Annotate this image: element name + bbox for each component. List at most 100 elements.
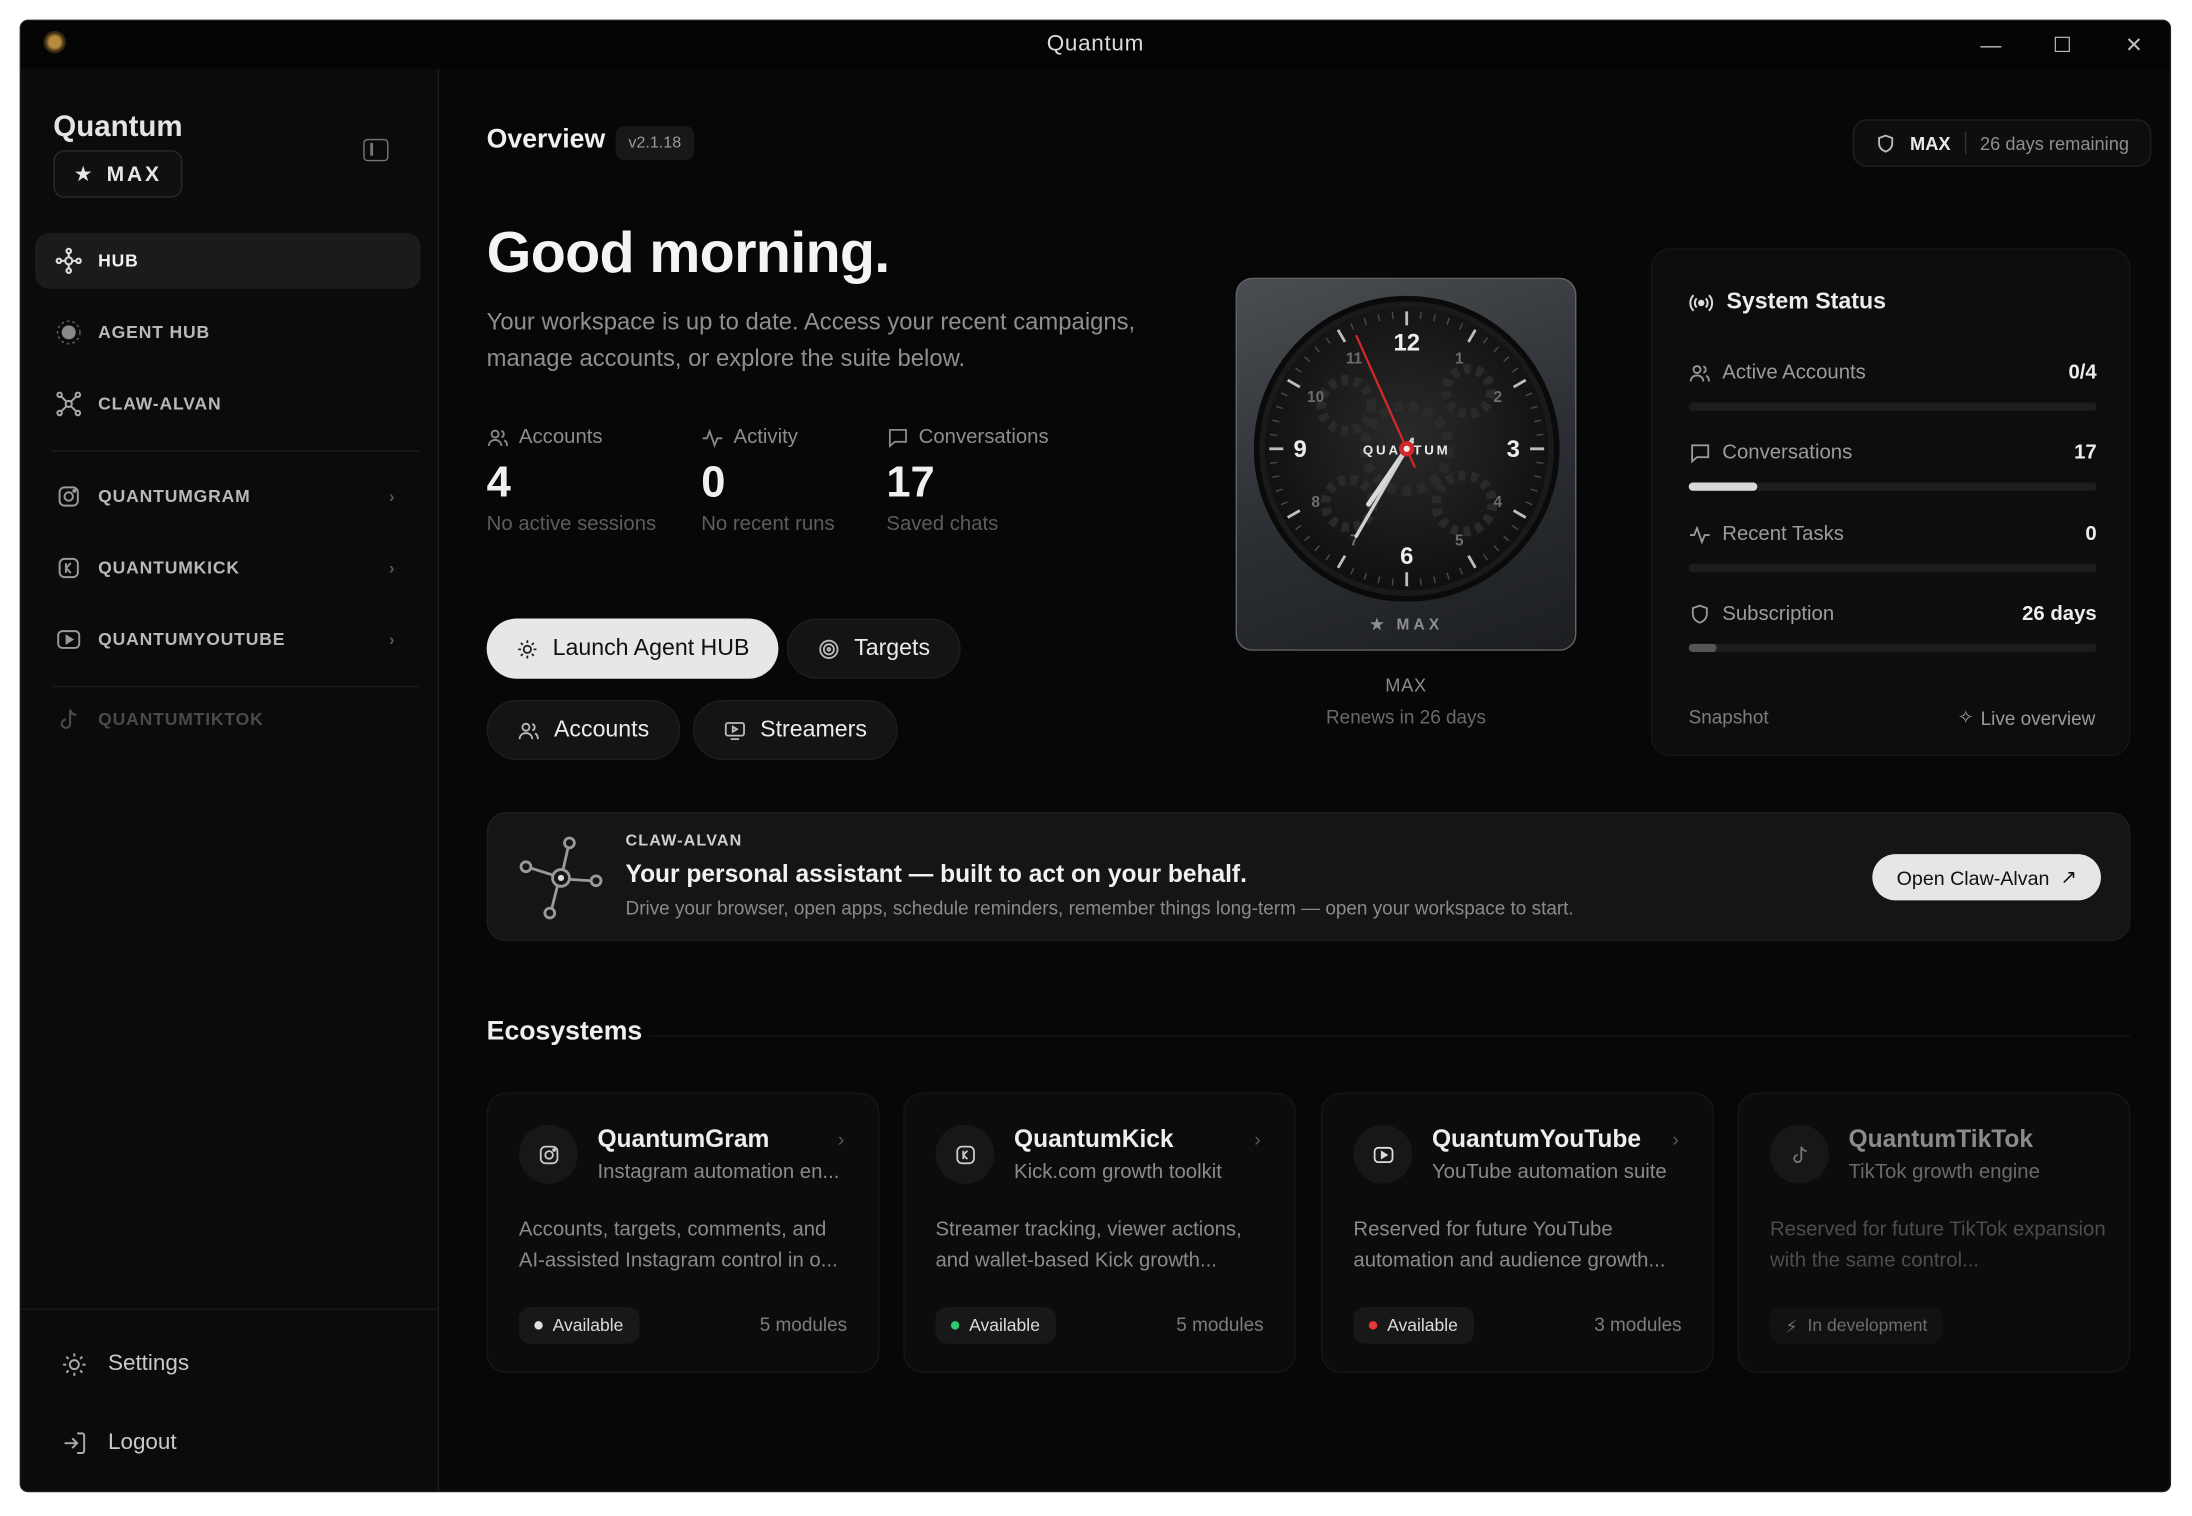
sidebar: Quantum ★ MAX HUB AGENT HUB CLAW-ALVAN Q… (21, 68, 439, 1491)
sidebar-item-label: QUANTUMYOUTUBE (98, 629, 286, 650)
main-content: Overview v2.1.18 MAX 26 days remaining G… (439, 69, 2170, 1491)
clock-badge: ★ MAX (1370, 617, 1443, 634)
clock-numeral: 5 (1455, 533, 1464, 550)
chat-icon (1691, 444, 1710, 464)
star-icon: ★ (73, 162, 96, 187)
chevron-right-icon: › (389, 558, 396, 578)
logout-label: Logout (107, 1430, 177, 1455)
clock-numeral: 10 (1307, 389, 1324, 406)
version-badge: v2.1.18 (615, 126, 694, 160)
ecosystem-card-quantumtiktok: QuantumTikTok TikTok growth engine Reser… (1737, 1092, 2131, 1374)
status-active-accounts: Active Accounts 0/4 (1688, 361, 2097, 411)
sidebar-item-label: AGENT HUB (98, 322, 210, 343)
youtube-icon (57, 630, 81, 649)
collapse-sidebar-icon[interactable] (363, 138, 389, 162)
launch-agent-hub-button[interactable]: Launch Agent HUB (486, 618, 779, 679)
live-overview-link[interactable]: ✧ Live overview (1958, 707, 2096, 729)
card-tagline: YouTube automation suite (1431, 1161, 1667, 1184)
minimize-button[interactable]: — (1955, 21, 2027, 69)
clock-numeral: 6 (1400, 543, 1413, 570)
claw-icon (56, 391, 82, 417)
clock-tick (1419, 312, 1422, 320)
card-tagline: TikTok growth engine (1848, 1161, 2040, 1184)
logout-button[interactable]: Logout (60, 1429, 177, 1457)
sidebar-item-agent-hub[interactable]: AGENT HUB (35, 304, 421, 360)
clock-numeral: 1 (1455, 350, 1464, 367)
accounts-button[interactable]: Accounts (486, 699, 681, 761)
ecosystem-card-quantumyoutube[interactable]: QuantumYouTube YouTube automation suite … (1321, 1092, 1714, 1374)
sun-icon (518, 639, 537, 658)
streamers-button[interactable]: Streamers (692, 699, 898, 761)
clock-numeral: 8 (1311, 494, 1320, 511)
sidebar-item-hub[interactable]: HUB (35, 232, 421, 289)
clock-tick (1391, 578, 1394, 586)
clock-tick (1391, 312, 1394, 320)
clock-numeral: 11 (1346, 350, 1363, 367)
clock-numeral: 9 (1293, 436, 1306, 463)
tiktok-icon (60, 709, 77, 729)
card-description: Reserved for future TikTok expansion wit… (1769, 1218, 2106, 1273)
close-button[interactable]: ✕ (2098, 21, 2170, 69)
kick-icon (955, 1145, 975, 1164)
agent-icon (56, 320, 81, 345)
card-tagline: Kick.com growth toolkit (1014, 1161, 1222, 1184)
shield-icon (1877, 133, 1893, 152)
button-label: Streamers (760, 716, 867, 742)
clock-widget: 121234567891011 QUANTUM ★ MAX (1235, 277, 1577, 651)
stat-accounts: Accounts 4 No active sessions (487, 426, 657, 535)
analog-clock: 121234567891011 QUANTUM ★ MAX (1253, 295, 1560, 634)
clock-tick (1419, 578, 1422, 586)
arrow-up-right-icon: ↗ (2060, 865, 2078, 888)
system-status-panel: System Status Active Accounts 0/4 Conver… (1650, 248, 2131, 756)
hero-description: Your workspace is up to date. Access you… (486, 308, 1136, 372)
stat-subtext: No active sessions (486, 513, 657, 536)
clock-numeral: 2 (1494, 389, 1503, 406)
status-badge: Available (518, 1307, 639, 1344)
bolt-icon: ⚡︎ (1785, 1316, 1798, 1336)
chevron-right-icon: › (1672, 1127, 1679, 1151)
sidebar-item-quantumkick[interactable]: QUANTUMKICK › (35, 540, 421, 596)
window-title: Quantum (1046, 32, 1144, 57)
system-status-title: System Status (1689, 289, 1886, 316)
stat-value: 4 (486, 457, 511, 507)
maximize-button[interactable]: ☐ (2027, 21, 2099, 69)
sparkle-icon: ✧ (1957, 706, 1974, 728)
youtube-icon (1373, 1146, 1393, 1163)
status-conversations: Conversations 17 (1688, 442, 2097, 491)
status-value: 0/4 (2068, 361, 2097, 385)
sidebar-item-quantumgram[interactable]: QUANTUMGRAM › (35, 468, 421, 524)
sidebar-item-label: CLAW-ALVAN (98, 394, 222, 414)
ecosystem-card-quantumgram[interactable]: QuantumGram Instagram automation en... ›… (486, 1092, 880, 1374)
users-icon (518, 722, 539, 739)
activity-icon (702, 428, 723, 448)
users-icon (487, 429, 508, 447)
stat-label: Activity (733, 426, 798, 449)
card-description: Streamer tracking, viewer actions, and w… (935, 1218, 1242, 1273)
stat-value: 17 (886, 457, 935, 507)
clock-tick (1269, 461, 1278, 464)
sidebar-item-quantumyoutube[interactable]: QUANTUMYOUTUBE › (35, 611, 421, 667)
clock-numeral: 4 (1494, 494, 1503, 511)
sidebar-item-label: QUANTUMKICK (98, 558, 240, 578)
brand-name: Quantum (53, 110, 183, 144)
tier-badge: ★ MAX (53, 150, 183, 198)
status-badge: Available (1353, 1307, 1474, 1344)
open-claw-alvan-button[interactable]: Open Claw-Alvan ↗ (1872, 854, 2101, 901)
stat-activity: Activity 0 No recent runs (701, 426, 834, 535)
chevron-right-icon: › (1254, 1127, 1261, 1151)
card-description: Accounts, targets, comments, and AI-assi… (518, 1218, 838, 1273)
status-badge: Available (935, 1307, 1056, 1344)
claw-network-icon (519, 836, 603, 920)
sidebar-divider (51, 450, 420, 452)
status-badge: ⚡︎ In development (1769, 1307, 1943, 1344)
title-bar: Quantum — ☐ ✕ (21, 21, 2170, 69)
instagram-icon (539, 1145, 558, 1164)
sidebar-item-claw-alvan[interactable]: CLAW-ALVAN (35, 376, 421, 432)
ecosystem-card-quantumkick[interactable]: QuantumKick Kick.com growth toolkit › St… (903, 1092, 1296, 1374)
clock-renews: Renews in 26 days (1325, 706, 1486, 728)
clock-numeral: 12 (1393, 330, 1420, 357)
subscription-chip[interactable]: MAX 26 days remaining (1852, 119, 2152, 167)
days-remaining: 26 days remaining (1980, 132, 2129, 154)
settings-button[interactable]: Settings (60, 1351, 189, 1379)
targets-button[interactable]: Targets (786, 618, 961, 679)
